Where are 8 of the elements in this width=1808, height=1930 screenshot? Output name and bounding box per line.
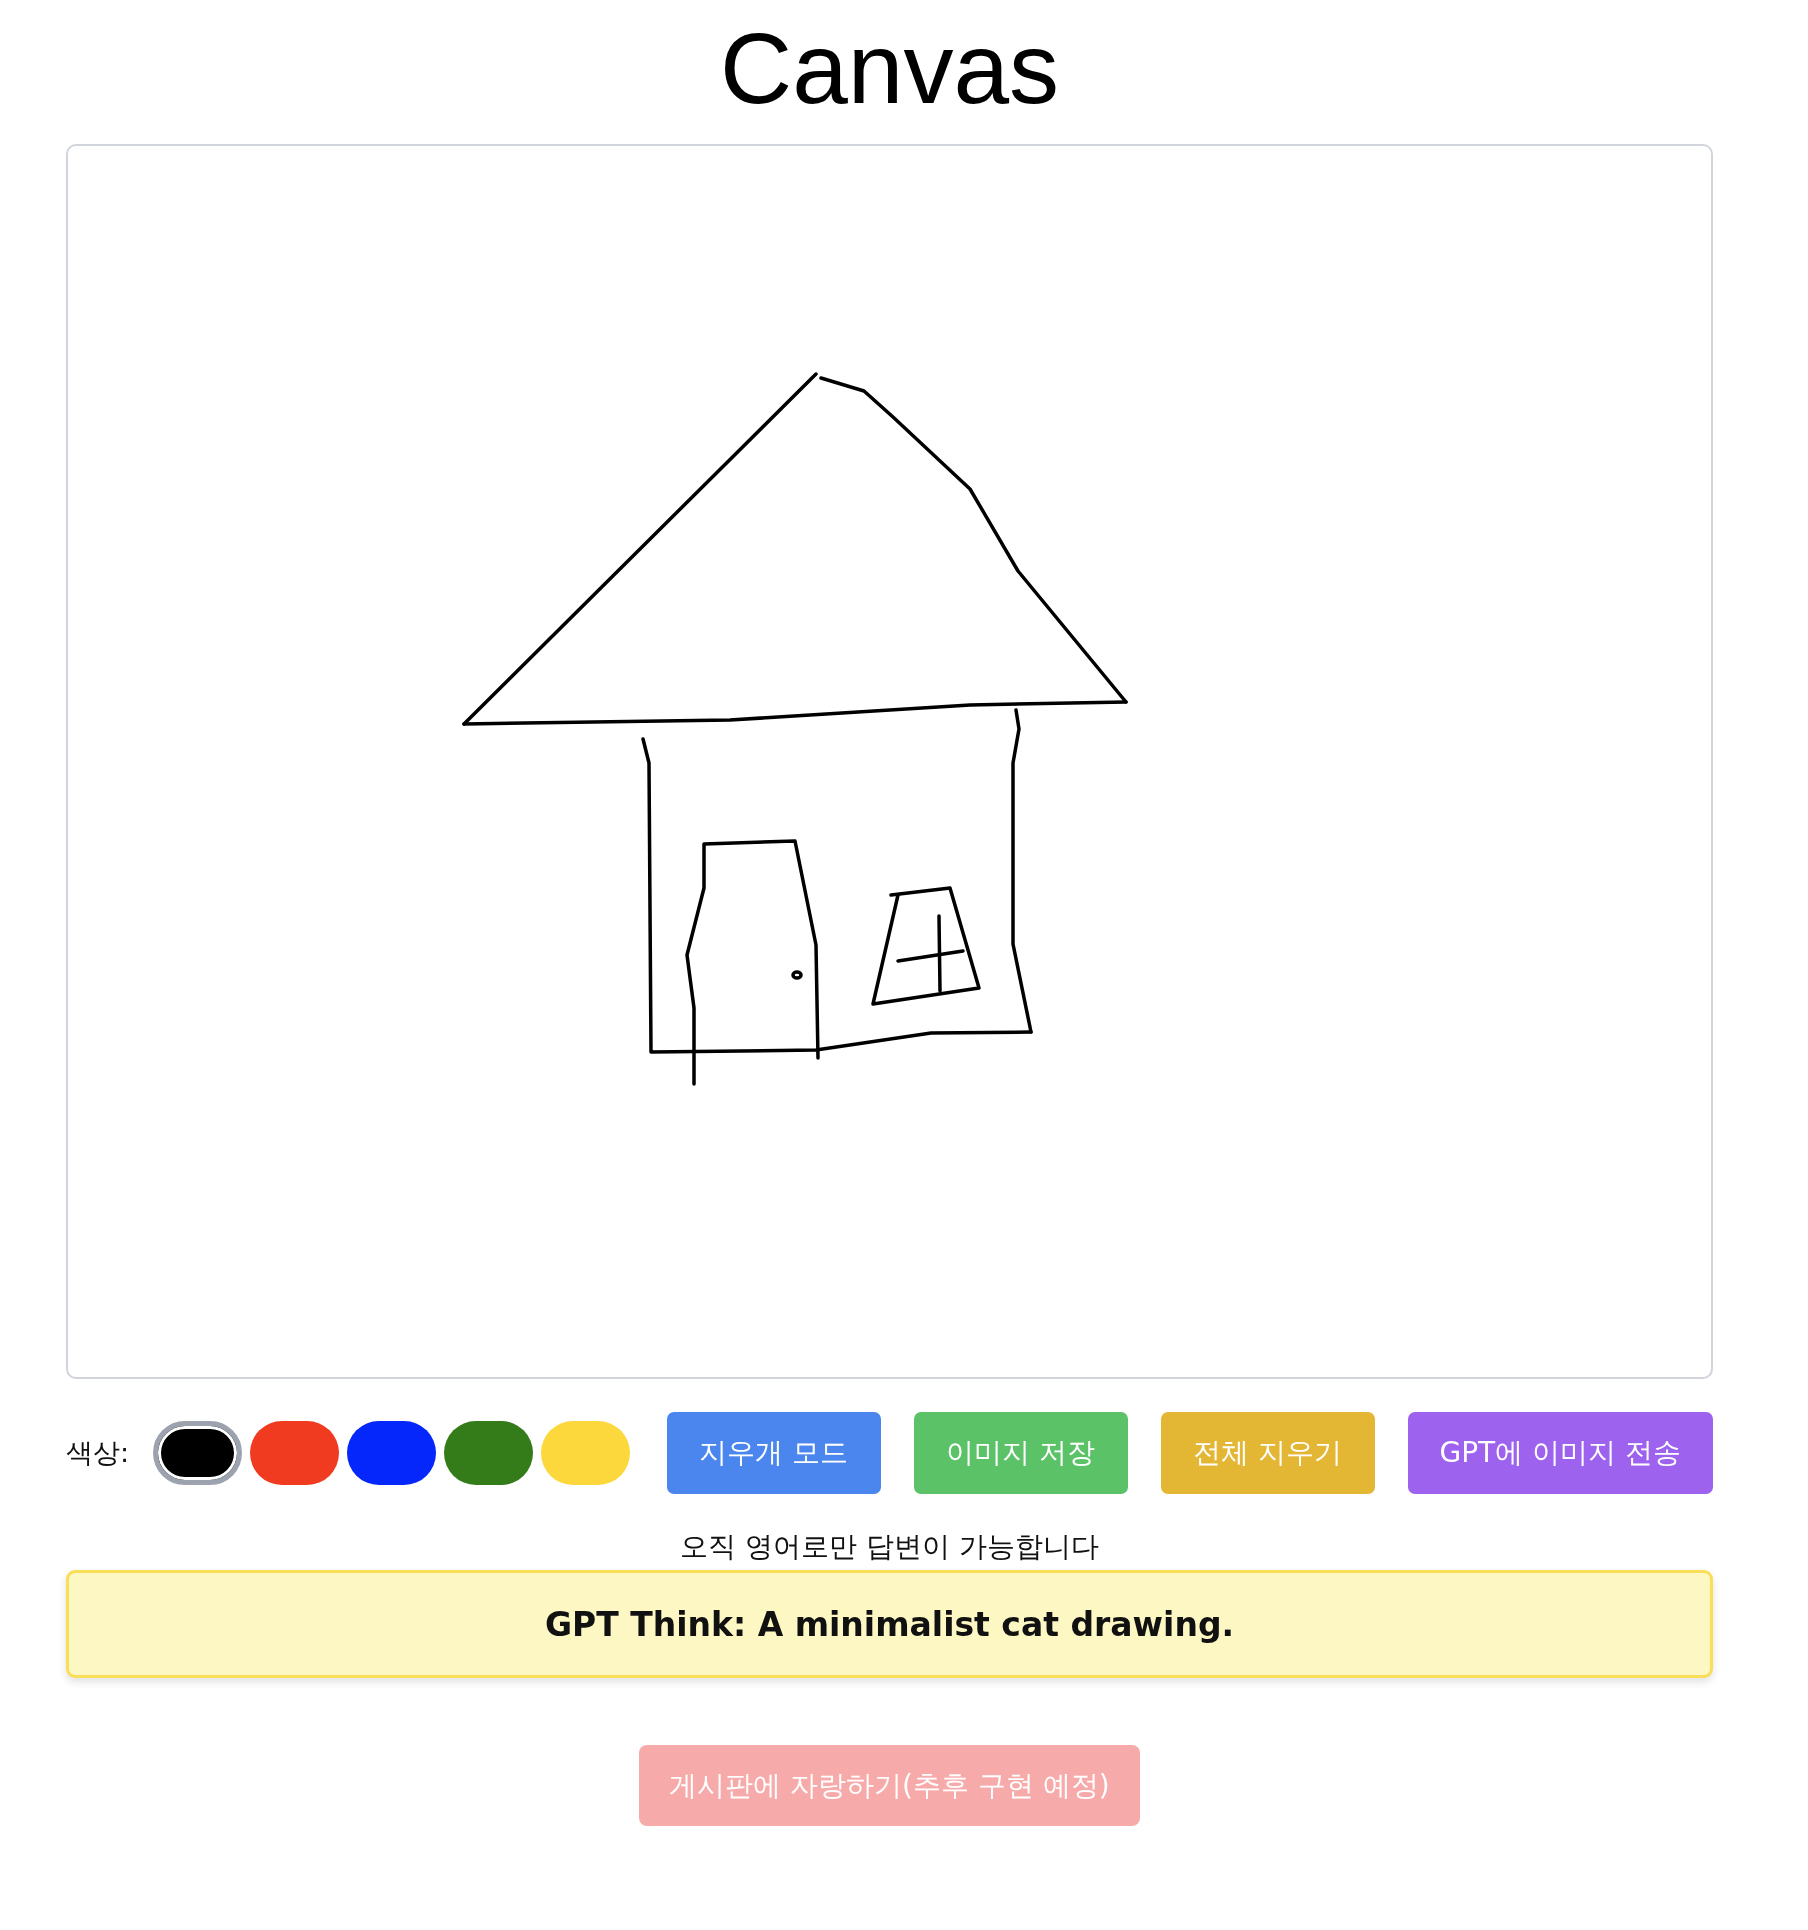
action-button[interactable]: 이미지 저장 (913, 1412, 1128, 1494)
page-title: Canvas (719, 12, 1060, 124)
action-button[interactable]: GPT에 이미지 전송 (1407, 1412, 1713, 1494)
gpt-response: GPT Think: A minimalist cat drawing. (66, 1570, 1713, 1678)
action-button[interactable]: 전체 지우기 (1160, 1412, 1375, 1494)
notice-text: 오직 영어로만 답변이 가능합니다 (680, 1530, 1099, 1564)
action-button[interactable]: 지우개 모드 (666, 1412, 881, 1494)
color-label: 색상: (66, 1436, 130, 1470)
